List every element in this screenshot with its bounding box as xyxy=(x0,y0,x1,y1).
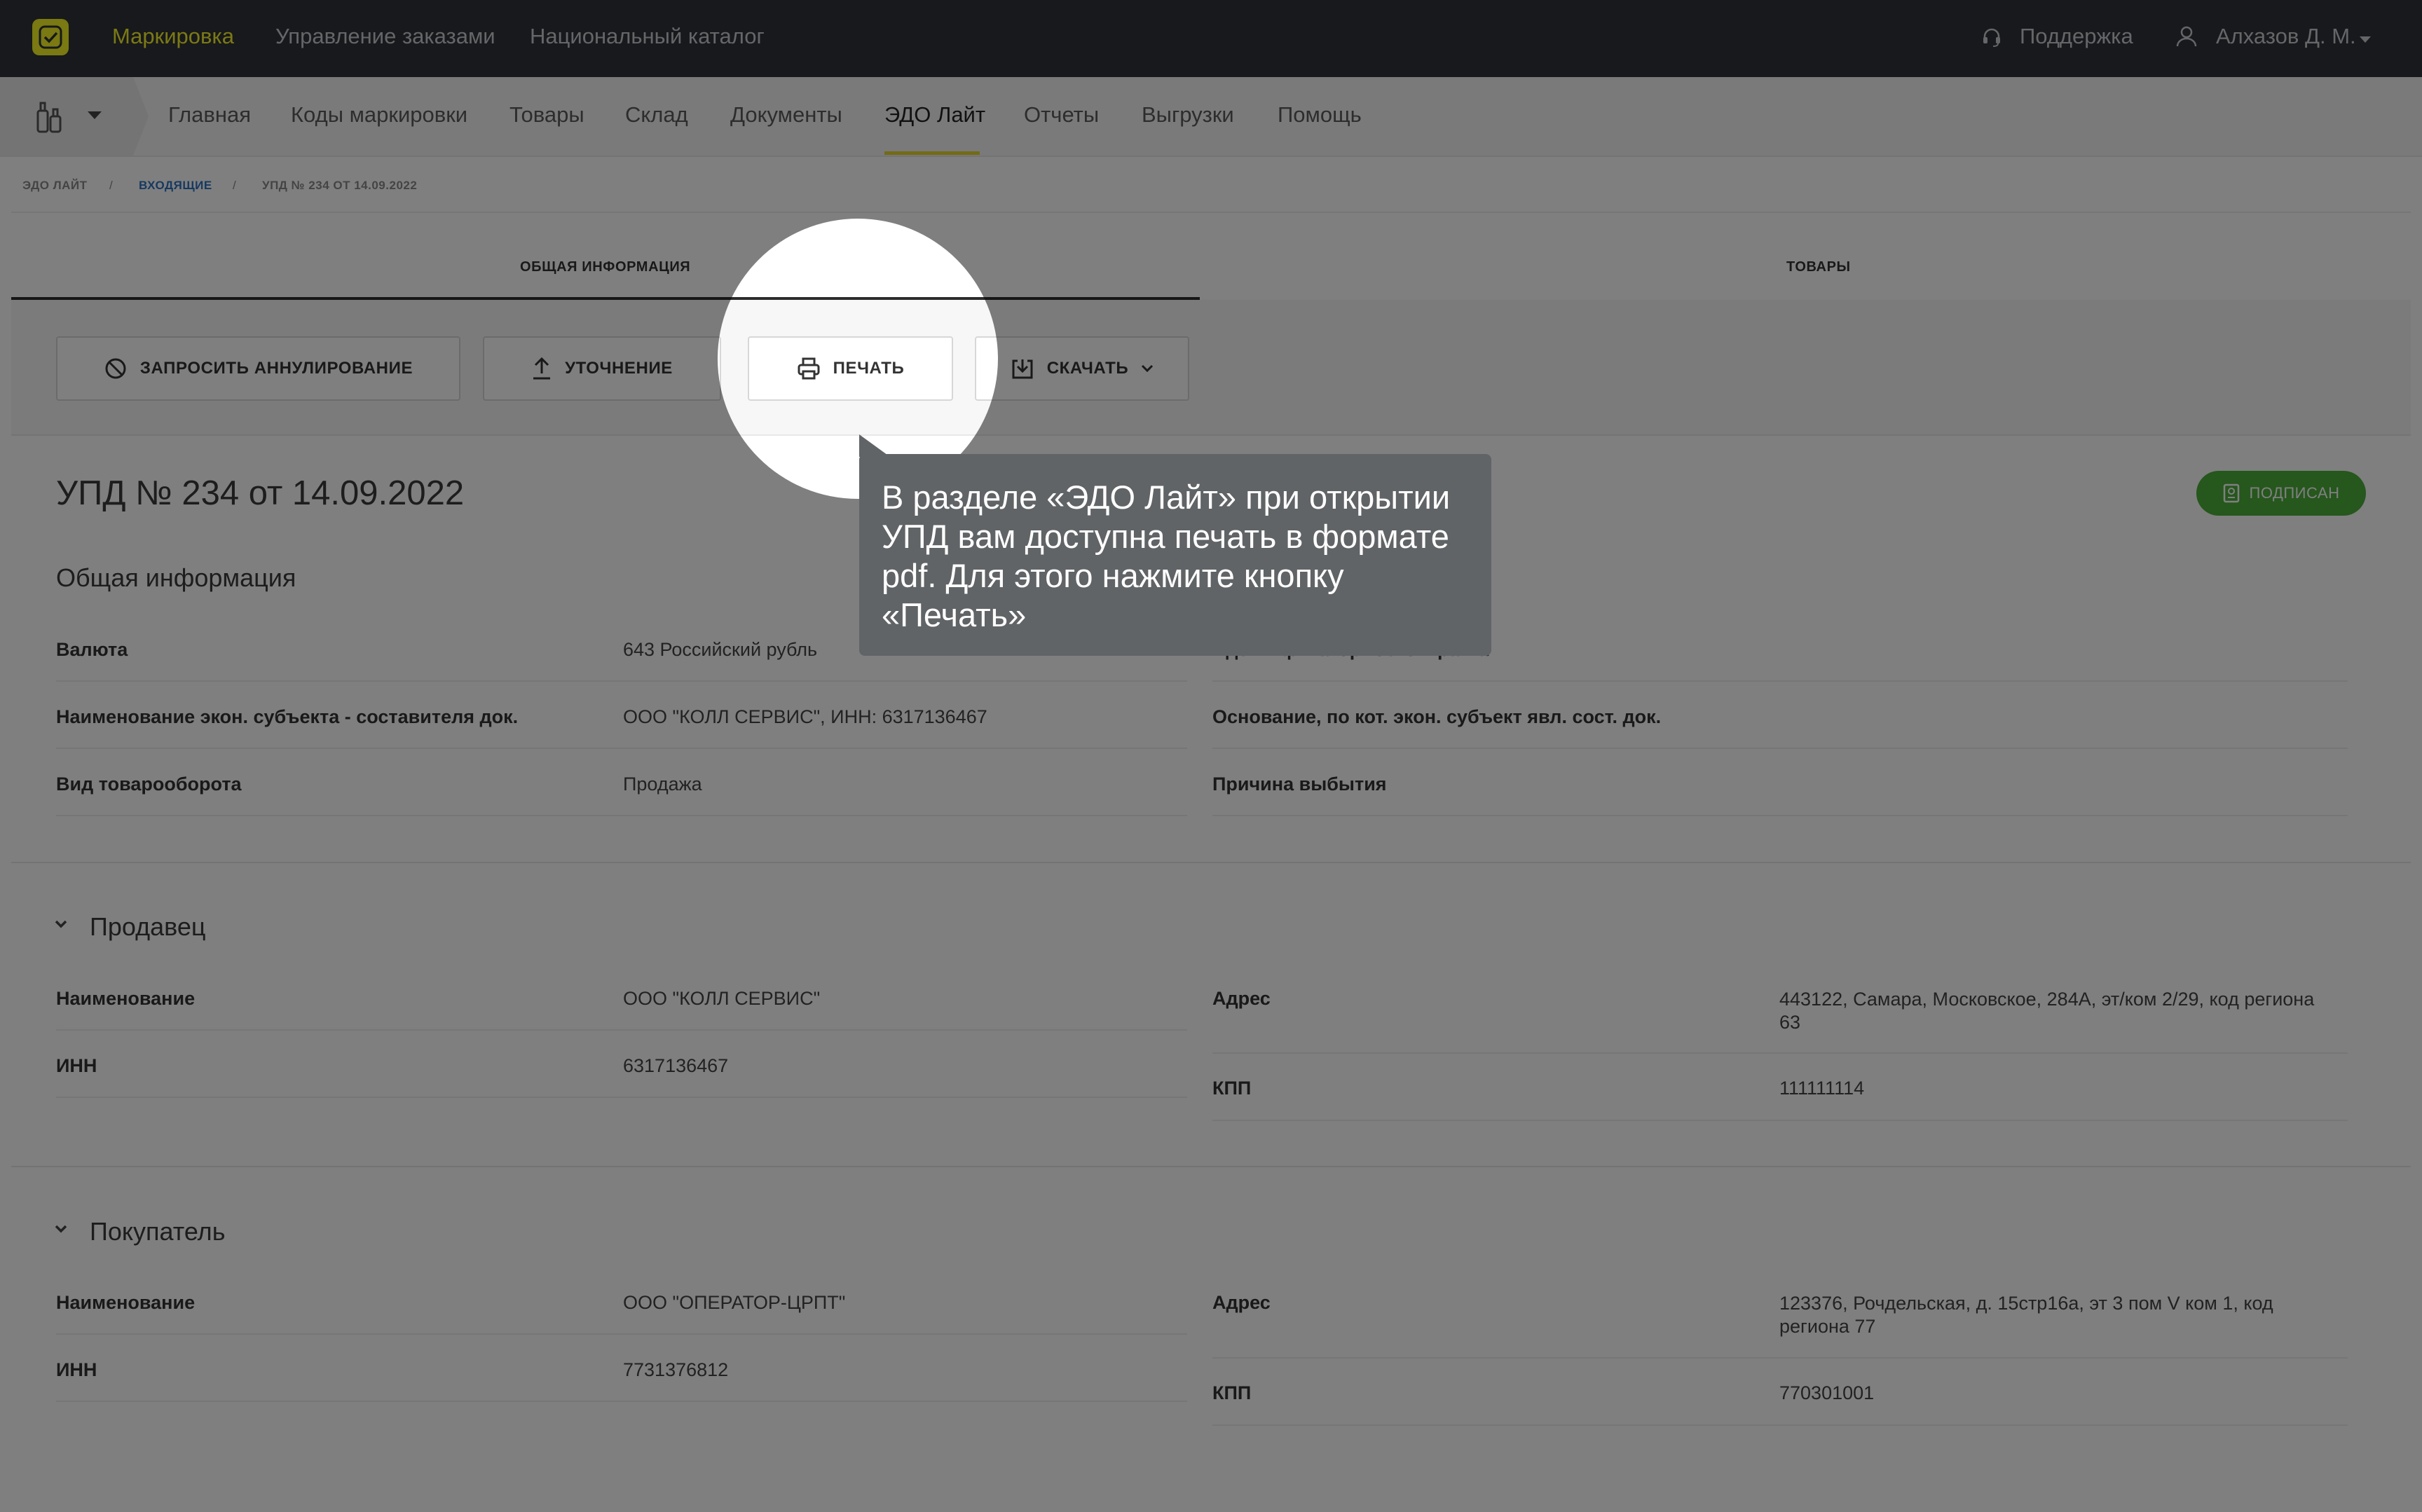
tutorial-tooltip: В разделе «ЭДО Лайт» при открытии УПД ва… xyxy=(859,454,1491,656)
printer-icon xyxy=(798,357,820,380)
print-button[interactable]: ПЕЧАТЬ xyxy=(748,336,953,401)
tutorial-overlay xyxy=(0,0,2422,1512)
print-label: ПЕЧАТЬ xyxy=(833,359,905,378)
